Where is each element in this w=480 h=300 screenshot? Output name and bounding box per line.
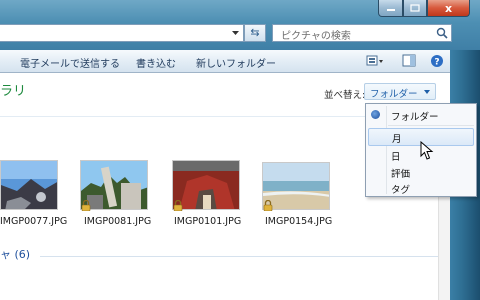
email-button[interactable]: 電子メールで送信する [20,55,120,70]
lock-icon [173,200,183,211]
refresh-button[interactable]: ⇆ [244,24,266,42]
photo-icon [263,163,329,209]
menu-item-label: タグ [391,185,411,196]
thumbnail-image[interactable] [0,160,58,210]
menu-item-label: フォルダー [391,112,439,123]
mouse-cursor-icon [420,141,434,160]
library-title: ラリ [0,84,27,99]
group-divider [40,256,438,257]
thumbnail-filename: IMGP0077.JPG [0,216,68,227]
thumbnail-filename: IMGP0101.JPG [174,216,242,227]
address-bar[interactable] [0,24,244,42]
svg-text:?: ? [434,58,439,68]
new-folder-button[interactable]: 新しいフォルダー [196,55,276,70]
preview-pane-icon[interactable] [402,54,416,68]
help-icon[interactable]: ? [430,54,444,68]
menu-item-tag[interactable]: タグ [366,179,476,197]
chevron-down-icon [424,90,430,94]
maximize-icon [410,4,420,12]
view-options-icon[interactable] [366,54,384,68]
thumbnail-filename: IMGP0154.JPG [265,216,333,227]
refresh-icon: ⇆ [250,26,260,39]
search-input[interactable]: ピクチャの検索 [272,24,452,42]
window-controls: x [378,0,470,18]
command-bar: 電子メールで送信する 書き込む 新しいフォルダー ? [0,50,450,73]
close-button[interactable]: x [427,0,470,17]
minimize-button[interactable] [378,0,403,17]
maximize-button[interactable] [403,0,427,17]
sort-dropdown-value: フォルダー [370,89,418,100]
search-placeholder: ピクチャの検索 [281,31,351,42]
menu-item-folder[interactable]: フォルダー [366,106,476,124]
sort-by-label: 並べ替え: [324,90,366,101]
photo-icon [81,161,147,209]
thumbnail-filename: IMGP0081.JPG [84,216,152,227]
address-dropdown-icon[interactable] [232,31,239,36]
lock-icon [81,200,91,211]
menu-item-label: 日 [391,152,401,163]
menu-item-label: 評価 [391,169,411,180]
group-header[interactable]: ャ (6) [0,246,30,262]
sort-dropdown[interactable]: フォルダー [364,83,436,100]
menu-separator [388,125,474,126]
photo-icon [1,161,57,209]
search-icon[interactable] [436,27,448,39]
burn-button[interactable]: 書き込む [136,55,176,70]
radio-selected-icon [371,110,380,119]
menu-item-label: 月 [392,134,402,145]
lock-icon [263,200,273,211]
minimize-icon [386,9,395,11]
photo-icon [173,161,239,209]
close-icon: x [444,1,453,15]
